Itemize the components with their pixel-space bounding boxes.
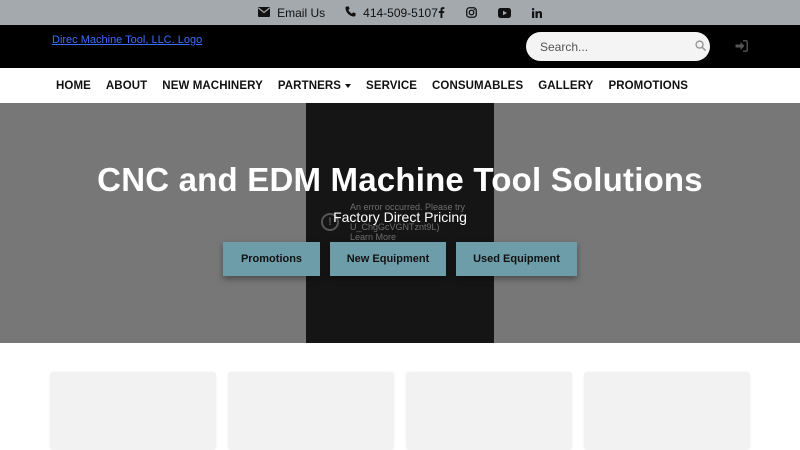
linkedin-icon[interactable] xyxy=(531,7,542,18)
nav-item-about[interactable]: ABOUT xyxy=(106,80,147,92)
facebook-icon[interactable] xyxy=(438,7,445,18)
nav-item-consumables[interactable]: CONSUMABLES xyxy=(432,80,523,92)
main-navigation: HOME ABOUT NEW MACHINERY PARTNERS SERVIC… xyxy=(0,68,800,103)
search-icon[interactable] xyxy=(695,38,706,56)
nav-item-new-machinery[interactable]: NEW MACHINERY xyxy=(162,80,263,92)
nav-item-partners[interactable]: PARTNERS xyxy=(277,79,352,92)
nav-item-gallery[interactable]: GALLERY xyxy=(538,80,593,92)
nav-item-promotions[interactable]: PROMOTIONS xyxy=(608,80,688,92)
email-us-link[interactable]: Email Us xyxy=(258,6,325,20)
promotions-button[interactable]: Promotions xyxy=(223,242,320,276)
phone-icon xyxy=(345,5,356,20)
youtube-icon[interactable] xyxy=(497,7,511,18)
used-equipment-button[interactable]: Used Equipment xyxy=(456,242,577,276)
feature-card-3[interactable] xyxy=(406,372,572,450)
hero-banner: ! An error occurred. Please try U_ChgGcV… xyxy=(0,103,800,343)
new-equipment-button[interactable]: New Equipment xyxy=(330,242,446,276)
nav-item-service[interactable]: SERVICE xyxy=(366,80,417,92)
feature-card-1[interactable] xyxy=(50,372,216,450)
nav-item-home[interactable]: HOME xyxy=(56,80,91,92)
phone-link[interactable]: 414-509-5107 xyxy=(345,6,438,20)
video-error-learn-more[interactable]: Learn More xyxy=(350,232,490,242)
instagram-icon[interactable] xyxy=(465,7,477,18)
email-us-label: Email Us xyxy=(277,5,326,20)
chevron-down-icon xyxy=(345,83,352,88)
site-logo-link[interactable]: Direc Machine Tool, LLC. Logo xyxy=(52,34,202,46)
top-contact-bar: Email Us 414-509-5107 xyxy=(0,0,800,25)
hero-subtitle: Factory Direct Pricing xyxy=(333,209,467,225)
feature-card-4[interactable] xyxy=(584,372,750,450)
social-links xyxy=(438,7,542,18)
hero-title: CNC and EDM Machine Tool Solutions xyxy=(97,161,703,198)
search-box[interactable] xyxy=(526,32,710,61)
feature-card-2[interactable] xyxy=(228,372,394,450)
search-input[interactable] xyxy=(540,39,695,54)
sign-in-icon[interactable] xyxy=(735,39,748,57)
site-header: Direc Machine Tool, LLC. Logo xyxy=(0,25,800,68)
envelope-icon xyxy=(258,6,271,20)
phone-number: 414-509-5107 xyxy=(363,5,438,20)
nav-item-partners-label: PARTNERS xyxy=(277,79,342,92)
